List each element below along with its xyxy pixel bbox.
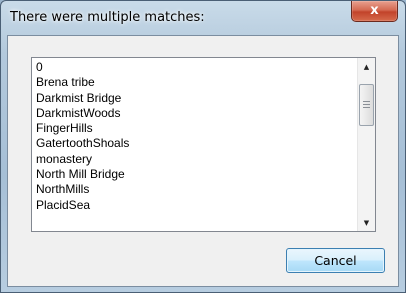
list-item[interactable]: Brena tribe xyxy=(36,75,355,90)
dialog-body: 0 Brena tribe Darkmist Bridge DarkmistWo… xyxy=(7,35,399,287)
list-item[interactable]: 0 xyxy=(36,60,355,75)
close-button[interactable]: x xyxy=(351,1,398,22)
matches-listbox[interactable]: 0 Brena tribe Darkmist Bridge DarkmistWo… xyxy=(31,57,376,232)
scroll-up-button[interactable]: ▲ xyxy=(358,58,375,75)
list-item[interactable]: North Mill Bridge xyxy=(36,167,355,182)
list-item[interactable]: Darkmist Bridge xyxy=(36,91,355,106)
list-item[interactable]: PlacidSea xyxy=(36,198,355,213)
list-item[interactable]: NorthMills xyxy=(36,182,355,197)
list-item[interactable]: FingerHills xyxy=(36,121,355,136)
vertical-scrollbar[interactable]: ▲ ▼ xyxy=(357,58,375,231)
grip-icon xyxy=(363,101,370,108)
arrow-up-icon: ▲ xyxy=(363,62,370,71)
list-item[interactable]: monastery xyxy=(36,152,355,167)
close-icon: x xyxy=(370,3,379,18)
list-item[interactable]: DarkmistWoods xyxy=(36,106,355,121)
title-bar[interactable]: There were multiple matches: x xyxy=(1,1,405,35)
list-item[interactable]: GatertoothShoals xyxy=(36,136,355,151)
list-items: 0 Brena tribe Darkmist Bridge DarkmistWo… xyxy=(36,60,355,229)
scrollbar-thumb[interactable] xyxy=(359,84,374,126)
dialog-window: There were multiple matches: x 0 Brena t… xyxy=(0,0,406,293)
arrow-down-icon: ▼ xyxy=(363,218,370,227)
scroll-down-button[interactable]: ▼ xyxy=(358,214,375,231)
dialog-title: There were multiple matches: xyxy=(10,10,205,25)
cancel-button[interactable]: Cancel xyxy=(286,248,385,273)
